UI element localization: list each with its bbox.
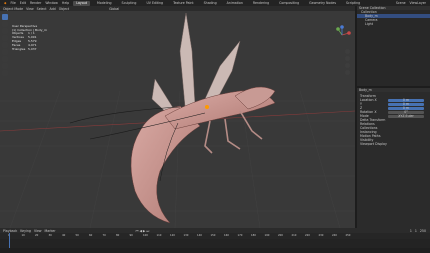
frame-tick-label: 130 <box>183 234 189 237</box>
viewport-nav-buttons <box>345 49 352 77</box>
tab-shading[interactable]: Shading <box>201 1 220 6</box>
tab-rendering[interactable]: Rendering <box>250 1 272 6</box>
frame-ruler[interactable]: 0102030405060708090100110120130140150160… <box>0 233 430 239</box>
play-controls-icon[interactable]: ⏮ ◀ ▶ ⏭ <box>136 229 150 233</box>
frame-tick-label: 110 <box>156 234 162 237</box>
frame-tick-label: 40 <box>62 234 66 237</box>
outliner-panel: Scene Collection Collection Body_m Camer… <box>357 6 430 86</box>
navigation-gizmo-icon[interactable] <box>332 25 352 45</box>
frame-tick-label: 200 <box>278 234 283 237</box>
tab-compositing[interactable]: Compositing <box>276 1 302 6</box>
frame-tick-label: 10 <box>21 234 25 237</box>
frame-tick-label: 210 <box>291 234 297 237</box>
transform-orientation[interactable]: Global <box>109 7 119 11</box>
properties-panel: Body_m Transform Location X0 m Y0 m Z0 m… <box>357 88 430 228</box>
frame-tick-label: 190 <box>264 234 270 237</box>
tab-scripting[interactable]: Scripting <box>343 1 363 6</box>
menu-add[interactable]: Add <box>50 7 56 11</box>
frame-tick-label: 250 <box>345 234 351 237</box>
scale-icon[interactable] <box>2 42 8 48</box>
3d-viewport[interactable]: User Perspective (1) Collection | Body_m… <box>0 11 355 228</box>
transform-icon[interactable] <box>2 49 8 55</box>
frame-tick-label: 180 <box>251 234 256 237</box>
frame-tick-label: 240 <box>332 234 337 237</box>
current-frame-field[interactable]: 1 <box>410 229 412 233</box>
menu-playback[interactable]: Playback <box>3 229 17 233</box>
stat-row: Triangles 5,037 <box>12 47 37 52</box>
frame-tick-label: 160 <box>224 234 229 237</box>
add-cube-icon[interactable] <box>2 70 8 76</box>
annotate-icon[interactable] <box>2 56 8 62</box>
outliner-item[interactable]: Light <box>357 22 430 26</box>
select-box-icon[interactable] <box>2 14 8 20</box>
tab-modeling[interactable]: Modeling <box>94 1 115 6</box>
frame-tick-label: 70 <box>102 234 106 237</box>
menu-marker[interactable]: Marker <box>45 229 56 233</box>
tab-geometry-nodes[interactable]: Geometry Nodes <box>306 1 339 6</box>
zoom-icon[interactable] <box>345 49 350 54</box>
pan-hand-icon[interactable] <box>345 56 350 61</box>
menu-timeline-view[interactable]: View <box>34 229 42 233</box>
section-viewport-display[interactable]: Viewport Display <box>360 142 427 146</box>
tab-uv-editing[interactable]: UV Editing <box>143 1 166 6</box>
view-layer-selector[interactable]: ViewLayer <box>410 1 426 5</box>
mode-dropdown[interactable]: Object Mode <box>3 7 23 11</box>
measure-icon[interactable] <box>2 63 8 69</box>
menu-file[interactable]: File <box>10 1 15 5</box>
menu-window[interactable]: Window <box>45 1 58 5</box>
end-frame-field[interactable]: 250 <box>420 229 426 233</box>
menu-render[interactable]: Render <box>30 1 41 5</box>
frame-tick-label: 140 <box>197 234 202 237</box>
frame-tick-label: 90 <box>129 234 133 237</box>
frame-tick-label: 30 <box>48 234 52 237</box>
menu-view[interactable]: View <box>26 7 34 11</box>
creature-model[interactable] <box>0 11 355 228</box>
camera-icon[interactable] <box>345 63 350 68</box>
tool-shelf <box>1 14 9 84</box>
frame-tick-label: 100 <box>143 234 148 237</box>
rotate-icon[interactable] <box>2 35 8 41</box>
menu-edit[interactable]: Edit <box>20 1 26 5</box>
menu-help[interactable]: Help <box>62 1 69 5</box>
frame-tick-label: 80 <box>116 234 120 237</box>
start-frame-field[interactable]: 1 <box>415 229 417 233</box>
menu-select[interactable]: Select <box>37 7 47 11</box>
frame-tick-label: 170 <box>237 234 243 237</box>
menu-keying[interactable]: Keying <box>20 229 31 233</box>
frame-tick-label: 20 <box>35 234 39 237</box>
frame-tick-label: 50 <box>75 234 79 237</box>
frame-tick-label: 120 <box>170 234 175 237</box>
frame-tick-label: 60 <box>89 234 93 237</box>
grid-icon[interactable] <box>345 70 350 75</box>
frame-tick-label: 220 <box>305 234 310 237</box>
viewport-stats-overlay: User Perspective (1) Collection | Body_m… <box>12 24 47 52</box>
frame-tick-label: 150 <box>210 234 216 237</box>
blender-logo-icon[interactable]: ◆ <box>4 1 6 5</box>
scene-selector[interactable]: Scene <box>396 1 406 5</box>
status-bar <box>0 248 430 253</box>
menu-object[interactable]: Object <box>59 7 69 11</box>
frame-tick-label: 230 <box>318 234 324 237</box>
cursor-icon[interactable] <box>2 21 8 27</box>
tab-animation[interactable]: Animation <box>224 1 246 6</box>
playhead[interactable] <box>9 233 10 248</box>
tab-texture-paint[interactable]: Texture Paint <box>170 1 197 6</box>
rotation-mode-field[interactable]: XYZ Euler <box>388 114 424 118</box>
tab-sculpting[interactable]: Sculpting <box>119 1 140 6</box>
object-origin <box>205 105 209 109</box>
move-icon[interactable] <box>2 28 8 34</box>
tab-layout[interactable]: Layout <box>73 0 91 6</box>
properties-sections: Transform Location X0 m Y0 m Z0 m Rotati… <box>357 92 430 148</box>
